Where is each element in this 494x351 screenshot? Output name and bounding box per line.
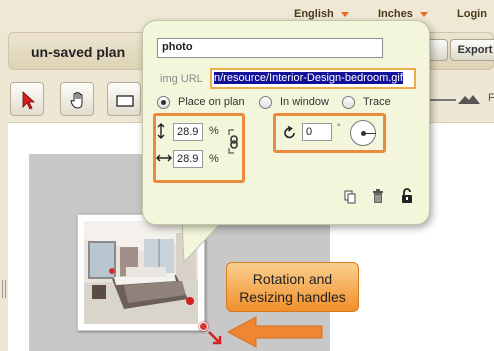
unlock-icon[interactable] [401,188,413,204]
hand-icon [70,92,83,109]
radio-label-trace: Trace [363,96,391,108]
annotation-callout: Rotation and Resizing handles [226,262,359,312]
img-url-field[interactable]: n/resource/Interior-Design-bedroom.gif [210,68,416,89]
radio-in-window[interactable] [259,96,272,109]
language-menu[interactable]: English [294,8,349,20]
zoom-slider[interactable] [428,99,456,101]
pan-tool-button[interactable] [60,82,94,116]
rotation-dial[interactable] [350,120,376,146]
language-label: English [294,8,334,20]
link-chain-icon[interactable] [228,127,240,155]
callout-line-2: Resizing handles [239,289,346,305]
image-name-field[interactable]: photo [157,38,383,58]
img-url-value: n/resource/Interior-Design-bedroom.gif [214,72,403,84]
radio-label-in-window: In window [280,96,329,108]
rotation-handle[interactable] [199,322,208,331]
pointer-icon [22,91,36,110]
height-arrows-icon [157,123,165,139]
resize-arrow-icon[interactable] [208,331,222,345]
popup-tail [181,222,223,264]
chevron-down-icon [419,11,428,17]
callout-line-1: Rotation and [252,271,333,287]
radio-label-place-on-plan: Place on plan [178,96,245,108]
img-url-label: img URL [160,73,203,85]
login-link[interactable]: Login [457,8,487,20]
mountain-icon [458,95,480,104]
radio-place-on-plan[interactable] [157,96,170,109]
trash-icon[interactable] [372,189,384,204]
rotate-icon [284,126,295,139]
export-button[interactable]: Export [450,39,494,61]
rotation-degrees-field[interactable]: 0 [302,123,332,141]
resize-grip[interactable] [2,280,6,298]
copy-icon[interactable] [344,190,356,204]
rectangle-tool-button[interactable] [107,82,141,116]
left-arrow-icon [226,316,323,348]
zoom-label: F [488,92,494,104]
width-percent-unit: % [209,153,219,165]
plan-title: un-saved plan [31,44,126,60]
rectangle-icon [116,95,134,107]
height-percent-field[interactable]: 28.9 [173,123,203,141]
units-menu[interactable]: Inches [378,8,428,20]
degree-symbol: ° [337,122,341,132]
width-arrows-icon [156,154,172,162]
width-percent-field[interactable]: 28.9 [173,150,203,168]
height-percent-unit: % [209,125,219,137]
select-tool-button[interactable] [10,82,44,116]
radio-trace[interactable] [342,96,355,109]
chevron-down-icon [340,11,349,17]
units-label: Inches [378,8,413,20]
